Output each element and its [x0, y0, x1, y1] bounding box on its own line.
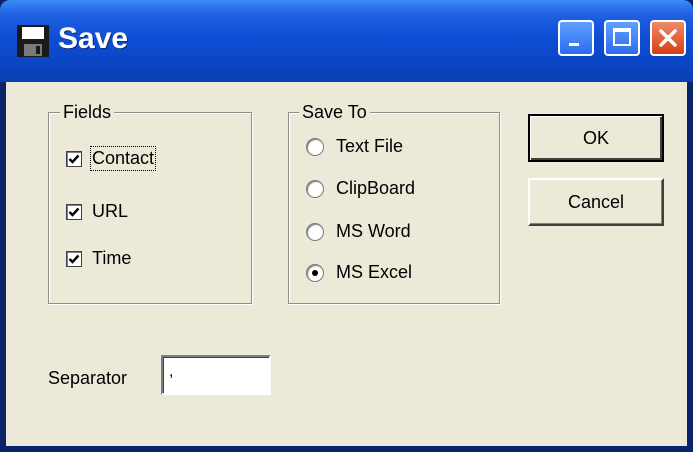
clipboard-radio-label: ClipBoard — [336, 178, 416, 198]
close-icon — [659, 29, 677, 47]
close-button[interactable] — [650, 20, 686, 56]
maximize-icon — [613, 28, 631, 46]
cancel-button[interactable]: Cancel — [528, 178, 664, 226]
ms-word-radio-circle[interactable] — [306, 222, 324, 241]
url-checkbox-box[interactable] — [66, 203, 82, 220]
ms-excel-radio-circle[interactable] — [306, 263, 324, 282]
ms-excel-radio-label: MS Excel — [336, 262, 413, 282]
checkmark-icon — [68, 154, 80, 164]
clipboard-radio[interactable]: ClipBoard — [306, 178, 415, 199]
floppy-disk-icon — [17, 25, 49, 57]
ms-word-radio-label: MS Word — [336, 221, 411, 241]
fields-group-label: Fields — [60, 102, 115, 123]
time-checkbox-label: Time — [92, 248, 132, 268]
window-title: Save — [58, 22, 129, 55]
separator-label: Separator — [48, 368, 128, 388]
title-bar[interactable]: Save — [0, 0, 693, 82]
radio-selected-dot — [312, 269, 318, 276]
ms-excel-radio[interactable]: MS Excel — [306, 262, 412, 283]
text-file-radio-circle[interactable] — [306, 137, 324, 156]
time-checkbox-box[interactable] — [66, 250, 82, 267]
checkmark-icon — [68, 254, 80, 264]
url-checkbox[interactable]: URL — [66, 201, 128, 222]
contact-checkbox-box[interactable] — [66, 150, 82, 167]
text-file-radio-label: Text File — [336, 136, 404, 156]
ms-word-radio[interactable]: MS Word — [306, 221, 411, 242]
ok-button[interactable]: OK — [528, 114, 664, 162]
text-file-radio[interactable]: Text File — [306, 136, 403, 157]
save-dialog: Save Fields Contact URL Time Save To Tex… — [0, 0, 693, 452]
contact-checkbox[interactable]: Contact — [66, 146, 157, 171]
maximize-button[interactable] — [604, 20, 640, 56]
dialog-body: Fields Contact URL Time Save To Text Fil… — [6, 82, 687, 446]
contact-checkbox-label: Contact — [89, 146, 157, 171]
url-checkbox-label: URL — [92, 201, 129, 221]
time-checkbox[interactable]: Time — [66, 248, 131, 269]
separator-input[interactable]: , — [161, 355, 271, 395]
minimize-button[interactable] — [558, 20, 594, 56]
minimize-icon — [569, 43, 579, 46]
save-to-group-label: Save To — [299, 102, 370, 123]
clipboard-radio-circle[interactable] — [306, 179, 324, 198]
checkmark-icon — [68, 207, 80, 217]
